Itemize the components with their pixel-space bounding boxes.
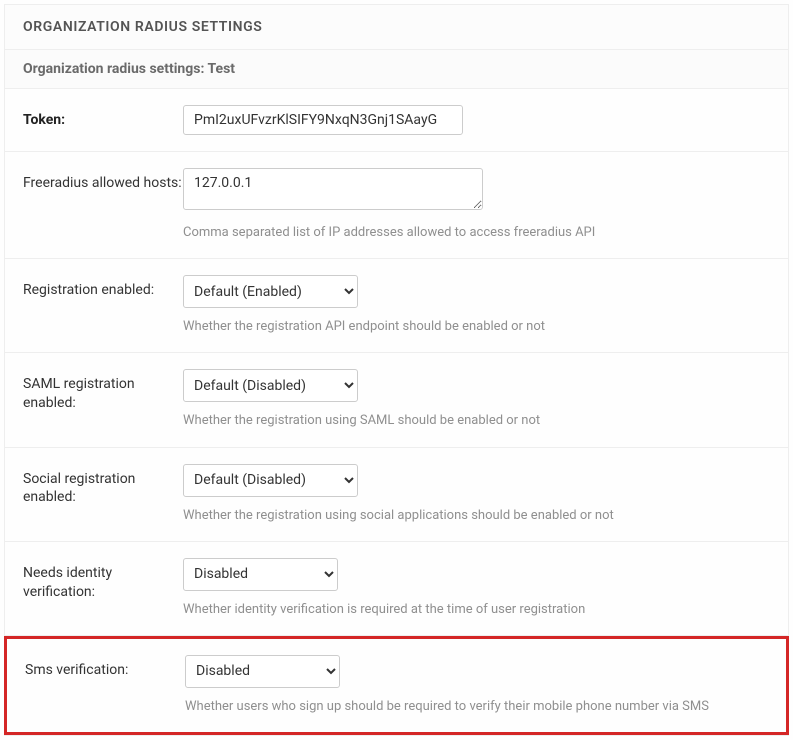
- panel-header: ORGANIZATION RADIUS SETTINGS: [5, 5, 788, 50]
- row-token: Token:: [5, 89, 788, 152]
- field-identity-verification: Disabled Whether identity verification i…: [183, 558, 770, 619]
- field-social-registration: Default (Disabled) Whether the registrat…: [183, 464, 770, 525]
- field-saml-registration: Default (Disabled) Whether the registrat…: [183, 369, 770, 430]
- label-saml-registration: SAML registration enabled:: [23, 369, 183, 413]
- label-registration-enabled: Registration enabled:: [23, 275, 183, 300]
- help-identity-verification: Whether identity verification is require…: [183, 601, 770, 619]
- select-social-registration[interactable]: Default (Disabled): [183, 464, 358, 497]
- settings-panel: ORGANIZATION RADIUS SETTINGS Organizatio…: [4, 4, 789, 736]
- label-social-registration: Social registration enabled:: [23, 464, 183, 508]
- select-identity-verification[interactable]: Disabled: [183, 558, 338, 591]
- select-saml-registration[interactable]: Default (Disabled): [183, 369, 358, 402]
- select-sms-verification[interactable]: Disabled: [185, 655, 340, 688]
- help-saml-registration: Whether the registration using SAML shou…: [183, 412, 770, 430]
- row-sms-verification: Sms verification: Disabled Whether users…: [4, 636, 789, 735]
- textarea-freeradius-hosts[interactable]: 127.0.0.1: [183, 168, 483, 210]
- sub-title: Organization radius settings: Test: [23, 61, 235, 77]
- label-token: Token:: [23, 105, 183, 130]
- row-freeradius-hosts: Freeradius allowed hosts: 127.0.0.1 Comm…: [5, 152, 788, 259]
- field-token: [183, 105, 770, 135]
- field-freeradius-hosts: 127.0.0.1 Comma separated list of IP add…: [183, 168, 770, 242]
- row-identity-verification: Needs identity verification: Disabled Wh…: [5, 542, 788, 636]
- field-sms-verification: Disabled Whether users who sign up shoul…: [185, 655, 768, 716]
- row-social-registration: Social registration enabled: Default (Di…: [5, 448, 788, 542]
- help-social-registration: Whether the registration using social ap…: [183, 507, 770, 525]
- sub-header: Organization radius settings: Test: [5, 50, 788, 89]
- help-freeradius-hosts: Comma separated list of IP addresses all…: [183, 224, 770, 242]
- label-identity-verification: Needs identity verification:: [23, 558, 183, 602]
- help-registration-enabled: Whether the registration API endpoint sh…: [183, 318, 770, 336]
- label-freeradius-hosts: Freeradius allowed hosts:: [23, 168, 183, 193]
- row-saml-registration: SAML registration enabled: Default (Disa…: [5, 353, 788, 447]
- panel-title: ORGANIZATION RADIUS SETTINGS: [23, 19, 770, 35]
- field-registration-enabled: Default (Enabled) Whether the registrati…: [183, 275, 770, 336]
- input-token[interactable]: [183, 105, 463, 135]
- label-sms-verification: Sms verification:: [25, 655, 185, 680]
- row-registration-enabled: Registration enabled: Default (Enabled) …: [5, 259, 788, 353]
- help-sms-verification: Whether users who sign up should be requ…: [185, 698, 768, 716]
- select-registration-enabled[interactable]: Default (Enabled): [183, 275, 358, 308]
